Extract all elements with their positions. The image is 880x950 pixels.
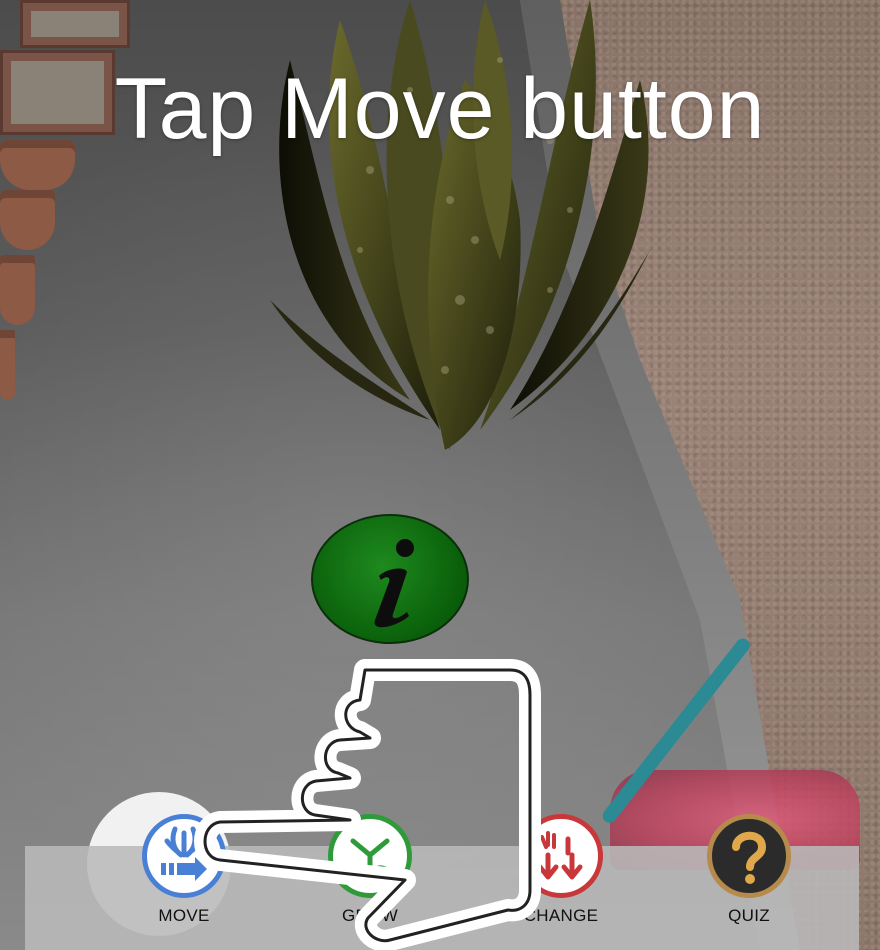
tutorial-instruction: Tap Move button	[114, 61, 766, 157]
change-button[interactable]: CHANGE	[491, 814, 631, 950]
grow-icon	[328, 814, 412, 898]
move-label: MOVE	[158, 906, 210, 925]
change-label: CHANGE	[523, 906, 599, 925]
info-button[interactable]	[311, 514, 469, 644]
quiz-label: QUIZ	[728, 906, 770, 925]
change-icon	[519, 814, 603, 898]
grow-button[interactable]: GROW	[300, 814, 440, 950]
bottom-toolbar: MOVE GROW CHANGE QUIZ	[25, 814, 859, 950]
flower-pot	[0, 190, 55, 250]
flower-pot	[0, 330, 15, 400]
quiz-button[interactable]: QUIZ	[679, 814, 819, 950]
grow-label: GROW	[342, 906, 398, 925]
planter-box	[20, 0, 130, 48]
quiz-icon	[707, 814, 791, 898]
flower-pot	[0, 255, 35, 325]
move-button[interactable]: MOVE	[114, 814, 254, 950]
move-icon	[142, 814, 226, 898]
info-icon	[374, 539, 414, 628]
